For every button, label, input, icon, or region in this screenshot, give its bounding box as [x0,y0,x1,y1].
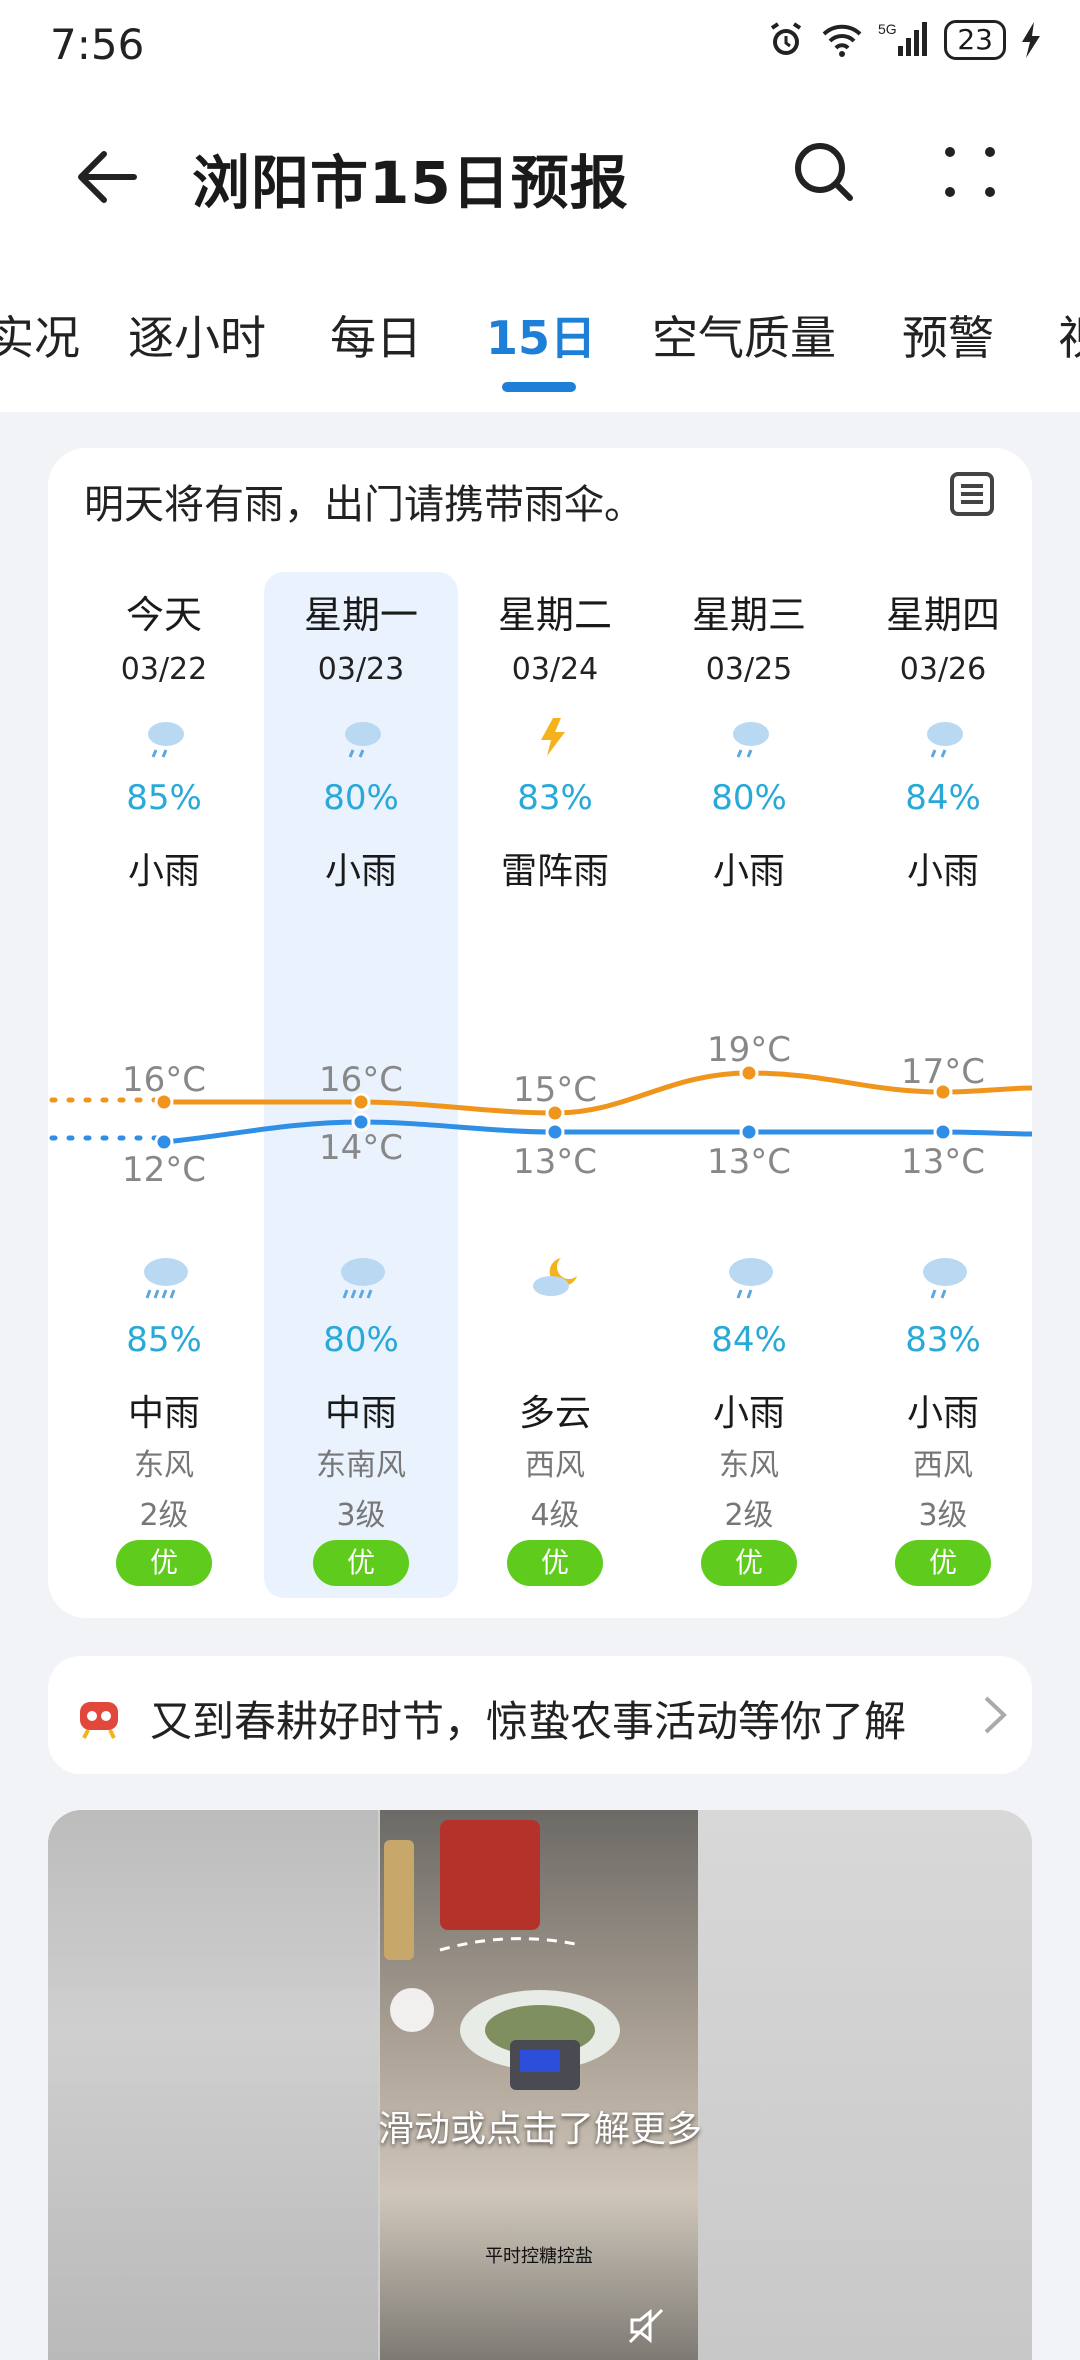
low-temp-line [163,1119,1032,1145]
low-temp-point [545,1122,565,1142]
tab-hourly[interactable]: 逐小时 [128,302,266,368]
signal-5g-icon: 5G [878,21,928,56]
promo-banner-text: 又到春耕好时节，惊蛰农事活动等你了解 [150,1697,907,1746]
tab-current[interactable]: 实况 [0,302,80,368]
low-temp-label: 13°C [512,1142,597,1182]
low-temp-point [739,1122,759,1142]
low-temp-point [154,1132,174,1152]
low-temp-label: 12°C [121,1150,206,1190]
active-tab-indicator [502,382,576,392]
promo-banner[interactable]: 又到春耕好时节，惊蛰农事活动等你了解 [48,1656,1032,1774]
status-bar: 7:56 5G 23 [0,0,1080,92]
wifi-icon [822,24,862,57]
search-icon[interactable] [790,138,860,208]
page-title: 浏阳市15日预报 [192,149,629,217]
tab-air-quality[interactable]: 空气质量 [652,302,836,368]
low-temp-label: 14°C [318,1128,403,1168]
charging-icon [1022,22,1040,58]
svg-text:5G: 5G [878,21,897,37]
high-temp-label: 19°C [706,1030,791,1070]
video-overlay-text: 滑动或点击了解更多 [377,2109,702,2150]
back-arrow-icon[interactable] [72,142,142,212]
low-temp-label: 13°C [706,1142,791,1182]
low-temp-label: 13°C [900,1142,985,1182]
tab-video[interactable]: 视 [1058,302,1080,368]
low-temp-point [933,1122,953,1142]
video-card[interactable]: 滑动或点击了解更多 平时控糖控盐 [48,1810,1032,2360]
mute-icon[interactable] [626,2306,666,2346]
tab-daily[interactable]: 每日 [330,302,422,368]
more-options-icon[interactable] [940,142,1000,202]
status-time: 7:56 [50,20,145,69]
battery-indicator: 23 [944,20,1006,60]
tab-warnings[interactable]: 预警 [902,302,994,368]
video-frame [380,1810,698,2360]
app-bar: 浏阳市15日预报 [0,92,1080,252]
alarm-icon [771,22,802,55]
video-blur-left [48,1810,378,2360]
status-icons: 5G 23 [766,20,1042,60]
festival-icon [80,1702,118,1739]
high-temp-label: 16°C [121,1060,206,1100]
video-thumbnail [384,1820,620,2090]
high-temp-label: 17°C [900,1052,985,1092]
chevron-right-icon [984,1696,1007,1734]
video-caption: 平时控糖控盐 [485,2246,593,2267]
video-blur-right [698,1810,1032,2360]
temperature-chart [49,1063,1032,1152]
tab-15day[interactable]: 15日 [486,302,596,368]
tab-bar: 实况 逐小时 每日 15日 空气质量 预警 视 [0,252,1080,412]
forecast-card: 明天将有雨，出门请携带雨伞。 今天 03/22 85% 小雨 85% 中雨 东风… [48,448,1032,1618]
high-temp-label: 15°C [512,1070,597,1110]
high-temp-label: 16°C [318,1060,403,1100]
